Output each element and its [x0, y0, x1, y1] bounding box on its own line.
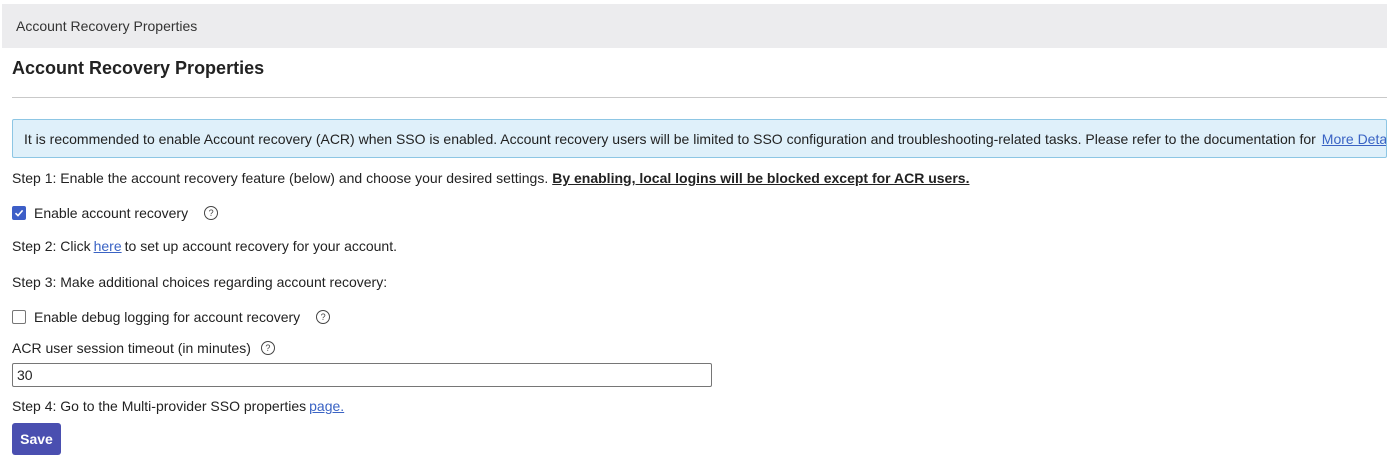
enable-account-recovery-label: Enable account recovery [34, 205, 189, 221]
step-2-suffix: to set up account recovery for your acco… [124, 238, 397, 254]
help-icon[interactable]: ? [260, 341, 275, 355]
step-3: Step 3: Make additional choices regardin… [12, 274, 387, 290]
step-2: Step 2: Click here to set up account rec… [12, 238, 397, 254]
title-divider [12, 97, 1387, 98]
help-icon[interactable]: ? [204, 206, 219, 220]
enable-account-recovery-row: Enable account recovery ? [12, 204, 219, 222]
session-timeout-label-row: ACR user session timeout (in minutes) ? [12, 340, 275, 356]
info-banner: It is recommended to enable Account reco… [12, 119, 1387, 158]
setup-here-link[interactable]: here [94, 238, 122, 254]
page-title: Account Recovery Properties [12, 58, 265, 78]
breadcrumb-bar: Account Recovery Properties [2, 4, 1387, 48]
session-timeout-label: ACR user session timeout (in minutes) [12, 340, 251, 356]
step-1-warning: By enabling, local logins will be blocke… [552, 170, 970, 186]
step-4-text: Step 4: Go to the Multi-provider SSO pro… [12, 398, 307, 414]
debug-logging-label: Enable debug logging for account recover… [34, 309, 301, 325]
step-1: Step 1: Enable the account recovery feat… [12, 170, 969, 186]
step-2-prefix: Step 2: Click [12, 238, 91, 254]
more-details-link[interactable]: More Details. [1322, 131, 1386, 147]
enable-account-recovery-checkbox[interactable] [12, 206, 26, 220]
session-timeout-input[interactable] [12, 363, 712, 387]
sso-properties-page-link[interactable]: page. [309, 398, 344, 414]
step-3-text: Step 3: Make additional choices regardin… [12, 274, 388, 290]
save-button[interactable]: Save [12, 423, 61, 455]
help-icon[interactable]: ? [316, 310, 331, 324]
step-4: Step 4: Go to the Multi-provider SSO pro… [12, 398, 344, 414]
debug-logging-checkbox[interactable] [12, 310, 26, 324]
breadcrumb: Account Recovery Properties [16, 18, 198, 34]
step-1-text: Step 1: Enable the account recovery feat… [12, 170, 549, 186]
debug-logging-row: Enable debug logging for account recover… [12, 308, 331, 326]
info-banner-text: It is recommended to enable Account reco… [24, 130, 1316, 147]
